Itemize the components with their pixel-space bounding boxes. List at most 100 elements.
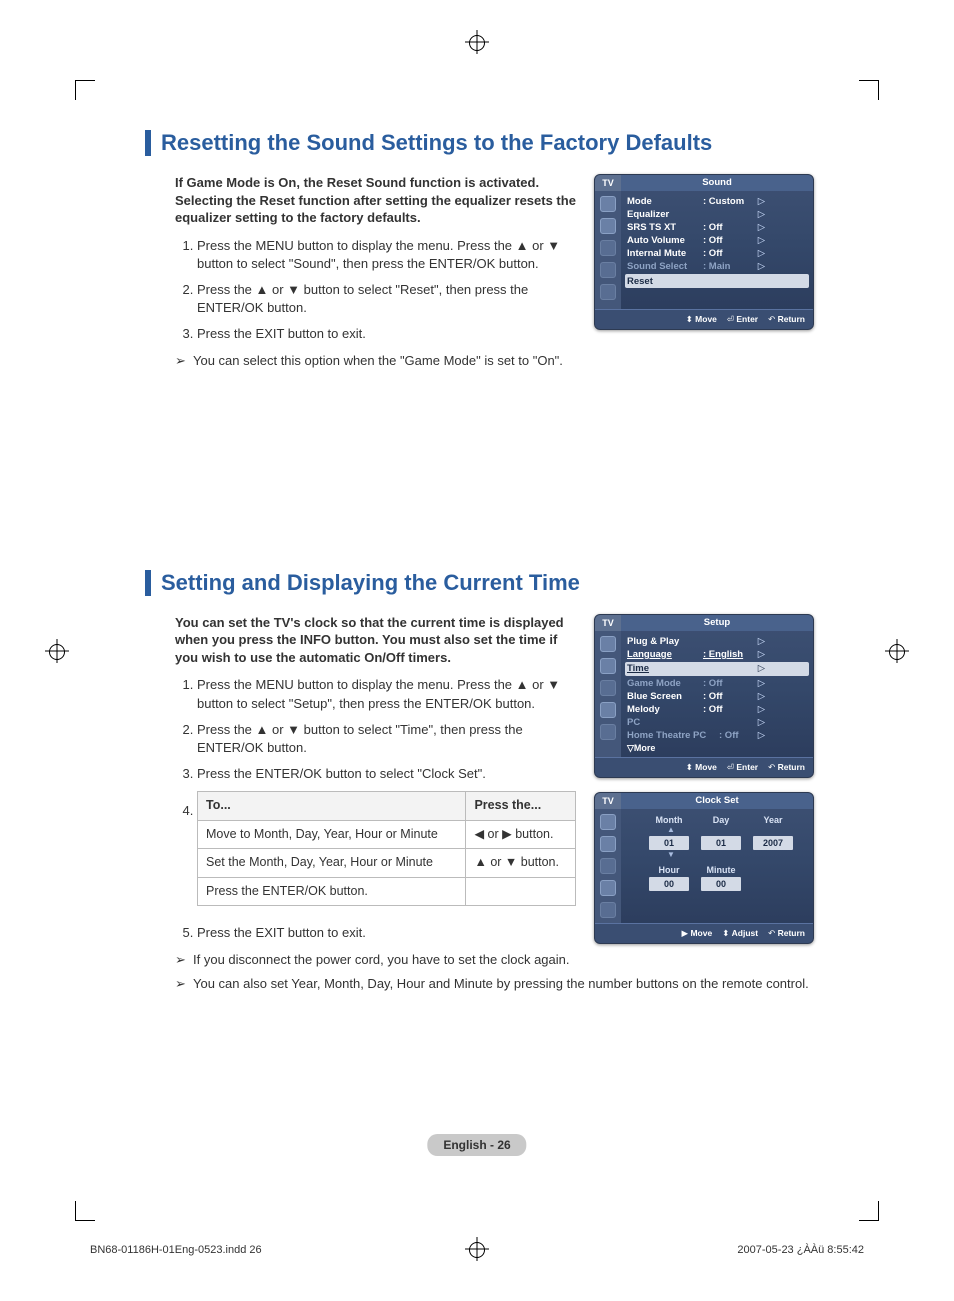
- table-cell: [466, 877, 576, 906]
- osd-row-soundselect: Sound Select: Main▷: [627, 260, 807, 273]
- section1-title: Resetting the Sound Settings to the Fact…: [145, 130, 814, 156]
- osd-return-hint: ↶ Return: [768, 928, 805, 939]
- osd-row-gamemode: Game Mode: Off▷: [627, 677, 807, 690]
- clock-label-hour: Hour: [649, 865, 689, 875]
- setup-icon: [600, 702, 616, 718]
- table-cell: Press the ENTER/OK button.: [198, 877, 466, 906]
- osd-return-hint: ↶ Return: [768, 762, 805, 773]
- osd-row-srs: SRS TS XT: Off▷: [627, 221, 807, 234]
- arrow-up-icon: ▲: [667, 825, 805, 834]
- osd-row-language: Language: English▷: [627, 648, 807, 661]
- triangle-right-icon: ▷: [757, 678, 765, 689]
- channel-icon: [600, 680, 616, 696]
- channel-icon: [600, 858, 616, 874]
- triangle-right-icon: ▷: [757, 717, 765, 728]
- table-cell: ▲ or ▼ button.: [466, 849, 576, 878]
- section2-step-5: Press the EXIT button to exit.: [197, 924, 576, 942]
- arrow-down-icon: ▼: [667, 850, 805, 859]
- triangle-right-icon: ▷: [757, 730, 765, 741]
- triangle-right-icon: ▷: [757, 636, 765, 647]
- sound-icon: [600, 658, 616, 674]
- triangle-right-icon: ▷: [757, 704, 765, 715]
- osd-setup-tv: TV: [595, 615, 621, 631]
- osd-clockset: TV Clock Set: [594, 792, 814, 944]
- osd-move-hint: ▶ Move: [682, 928, 713, 939]
- triangle-right-icon: ▷: [757, 691, 765, 702]
- osd-row-autovol: Auto Volume: Off▷: [627, 234, 807, 247]
- osd-row-mode: Mode: Custom▷: [627, 195, 807, 208]
- triangle-right-icon: ▷: [757, 235, 765, 246]
- section2-steps: Press the MENU button to display the men…: [175, 676, 576, 906]
- osd-row-time: Time▷: [625, 662, 809, 676]
- osd-setup-title: Setup: [621, 615, 813, 631]
- print-footer-right: 2007-05-23 ¿ÀÀü 8:55:42: [737, 1244, 864, 1256]
- triangle-right-icon: ▷: [757, 663, 765, 674]
- section1-step-1: Press the MENU button to display the men…: [197, 237, 576, 273]
- osd-row-pc: PC▷: [627, 716, 807, 729]
- osd-setup-sidebar: [595, 631, 621, 757]
- page-number-pill: English - 26: [427, 1134, 526, 1156]
- input-icon: [600, 724, 616, 740]
- osd-enter-hint: ⏎ Enter: [727, 762, 758, 773]
- triangle-right-icon: ▷: [757, 248, 765, 259]
- osd-clock-sidebar: [595, 809, 621, 923]
- osd-row-more: ▽More: [627, 742, 807, 755]
- osd-row-hometheatre: Home Theatre PC: Off▷: [627, 729, 807, 742]
- section2-steps-cont: Press the EXIT button to exit.: [175, 924, 576, 942]
- osd-adjust-hint: ⬍ Adjust: [722, 928, 758, 939]
- triangle-right-icon: ▷: [757, 196, 765, 207]
- clock-val-year: 2007: [753, 836, 793, 850]
- osd-return-hint: ↶ Return: [768, 314, 805, 325]
- table-cell: ◀ or ▶ button.: [466, 820, 576, 849]
- osd-sound-sidebar: [595, 191, 621, 309]
- osd-clock-footer: ▶ Move ⬍ Adjust ↶ Return: [595, 923, 813, 943]
- osd-sound: TV Sound Mode: Custom▷ E: [594, 174, 814, 330]
- clock-val-minute: 00: [701, 877, 741, 891]
- osd-setup-footer: ⬍ Move ⏎ Enter ↶ Return: [595, 757, 813, 777]
- triangle-right-icon: ▷: [757, 222, 765, 233]
- section1-intro: If Game Mode is On, the Reset Sound func…: [175, 174, 576, 227]
- section1-step-3: Press the EXIT button to exit.: [197, 325, 576, 343]
- picture-icon: [600, 196, 616, 212]
- section2-title: Setting and Displaying the Current Time: [145, 570, 814, 596]
- clock-label-minute: Minute: [701, 865, 741, 875]
- osd-row-bluescreen: Blue Screen: Off▷: [627, 690, 807, 703]
- input-icon: [600, 902, 616, 918]
- triangle-right-icon: ▷: [757, 209, 765, 220]
- section1-steps: Press the MENU button to display the men…: [175, 237, 576, 344]
- table-head-to: To...: [198, 792, 466, 821]
- triangle-right-icon: ▷: [757, 261, 765, 272]
- osd-move-hint: ⬍ Move: [686, 314, 717, 325]
- section2-intro: You can set the TV's clock so that the c…: [175, 614, 576, 667]
- instruction-table: To... Press the... Move to Month, Day, Y…: [197, 791, 576, 906]
- sound-icon: [600, 218, 616, 234]
- setup-icon: [600, 880, 616, 896]
- section1-step-2: Press the ▲ or ▼ button to select "Reset…: [197, 281, 576, 317]
- osd-row-reset: Reset: [625, 274, 809, 288]
- osd-clock-title: Clock Set: [621, 793, 813, 809]
- osd-row-plugplay: Plug & Play▷: [627, 635, 807, 648]
- osd-clock-tv: TV: [595, 793, 621, 809]
- clock-label-day: Day: [701, 815, 741, 825]
- triangle-right-icon: ▷: [757, 649, 765, 660]
- osd-sound-title: Sound: [621, 175, 813, 191]
- osd-sound-footer: ⬍ Move ⏎ Enter ↶ Return: [595, 309, 813, 329]
- table-head-press: Press the...: [466, 792, 576, 821]
- clock-label-month: Month: [649, 815, 689, 825]
- section1-note: ➢You can select this option when the "Ga…: [175, 352, 576, 370]
- section2-step-1: Press the MENU button to display the men…: [197, 676, 576, 712]
- section2-note-1-text: If you disconnect the power cord, you ha…: [193, 952, 570, 967]
- clock-val-day: 01: [701, 836, 741, 850]
- channel-icon: [600, 240, 616, 256]
- section2-step-2: Press the ▲ or ▼ button to select "Time"…: [197, 721, 576, 757]
- picture-icon: [600, 814, 616, 830]
- section2-note-1: ➢If you disconnect the power cord, you h…: [175, 951, 576, 969]
- osd-row-intmute: Internal Mute: Off▷: [627, 247, 807, 260]
- sound-icon: [600, 836, 616, 852]
- picture-icon: [600, 636, 616, 652]
- table-cell: Set the Month, Day, Year, Hour or Minute: [198, 849, 466, 878]
- section2-step-4: To... Press the... Move to Month, Day, Y…: [197, 791, 576, 906]
- clock-val-hour: 00: [649, 877, 689, 891]
- osd-move-hint: ⬍ Move: [686, 762, 717, 773]
- osd-row-equalizer: Equalizer▷: [627, 208, 807, 221]
